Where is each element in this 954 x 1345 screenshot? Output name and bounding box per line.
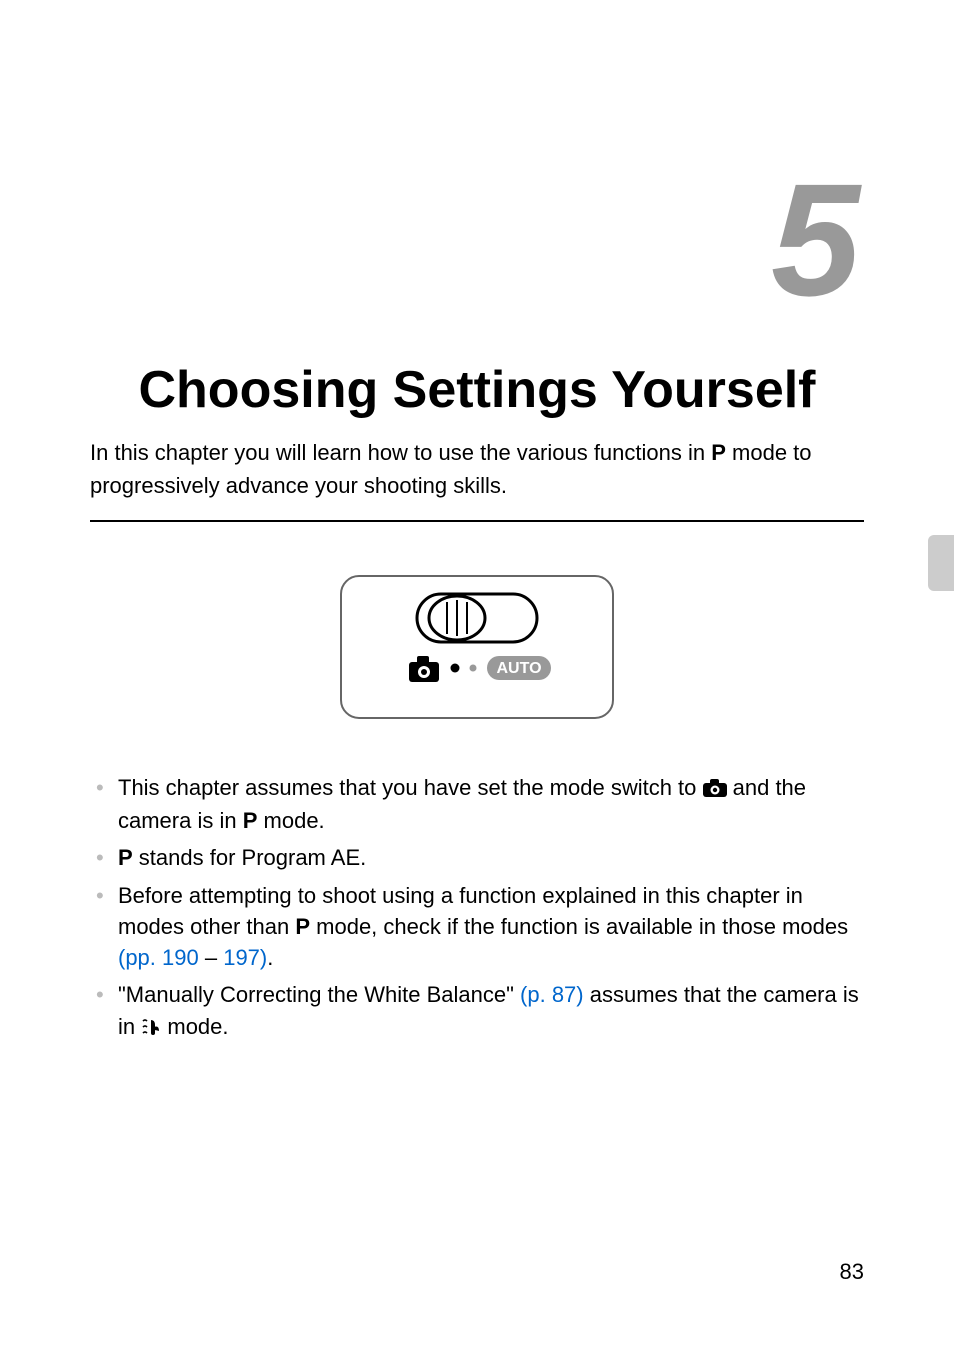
bullet-3: Before attempting to shoot using a funct…	[90, 880, 864, 974]
p-mode-icon: P	[295, 914, 310, 939]
page-link-190[interactable]: (pp. 190	[118, 945, 199, 970]
bullet-3-dash: –	[199, 945, 223, 970]
bullet-2-text: stands for Program AE.	[133, 845, 367, 870]
bullet-3-text-2: mode, check if the function is available…	[310, 914, 848, 939]
mode-switch-diagram: AUTO	[337, 572, 617, 722]
page-link-87[interactable]: (p. 87)	[520, 982, 584, 1007]
p-mode-icon: P	[118, 845, 133, 870]
side-tab	[928, 535, 954, 591]
underwater-mode-icon	[141, 1014, 161, 1045]
intro-paragraph: In this chapter you will learn how to us…	[90, 436, 864, 502]
chapter-number: 5	[90, 160, 854, 320]
bullet-2: P stands for Program AE.	[90, 842, 864, 873]
bullet-1: This chapter assumes that you have set t…	[90, 772, 864, 836]
mode-switch-figure: AUTO	[90, 572, 864, 722]
bullet-4-text-1: "Manually Correcting the White Balance"	[118, 982, 520, 1007]
p-mode-icon: P	[243, 808, 258, 833]
auto-label: AUTO	[496, 660, 541, 677]
bullet-4-text-3: mode.	[161, 1014, 228, 1039]
bullet-4: "Manually Correcting the White Balance" …	[90, 979, 864, 1044]
divider	[90, 520, 864, 522]
intro-text-1: In this chapter you will learn how to us…	[90, 440, 711, 465]
page-link-197[interactable]: 197)	[223, 945, 267, 970]
page-number: 83	[840, 1259, 864, 1285]
p-mode-icon: P	[711, 440, 726, 465]
chapter-title: Choosing Settings Yourself	[90, 360, 864, 420]
camera-icon	[703, 774, 727, 805]
bullet-3-period: .	[267, 945, 273, 970]
bullet-1-text-1: This chapter assumes that you have set t…	[118, 775, 703, 800]
bullet-list: This chapter assumes that you have set t…	[90, 772, 864, 1045]
bullet-1-text-3: mode.	[257, 808, 324, 833]
